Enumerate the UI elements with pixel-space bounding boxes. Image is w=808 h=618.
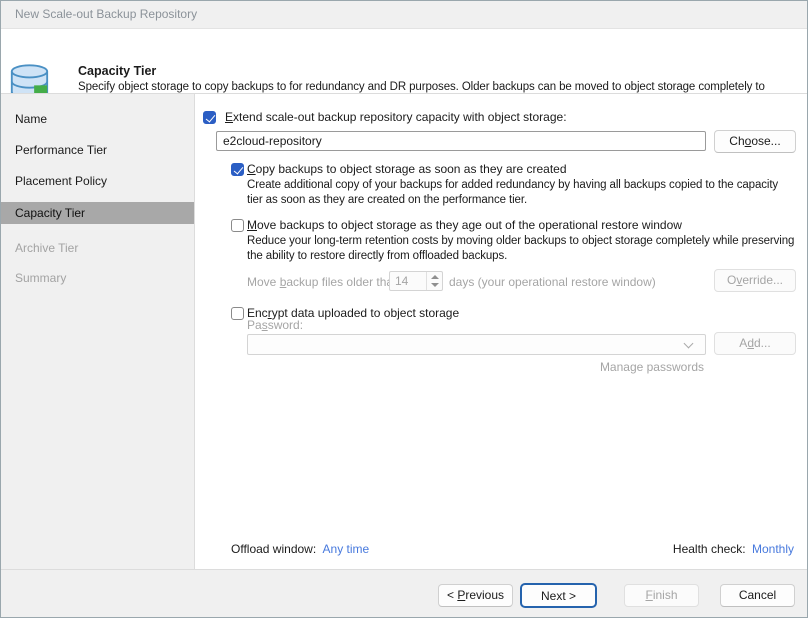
wizard-header: Capacity Tier Specify object storage to … <box>1 29 807 93</box>
copy-backups-description: Create additional copy of your backups f… <box>247 178 795 208</box>
offload-window-label: Offload window: <box>231 542 316 556</box>
move-backups-checkbox[interactable] <box>231 219 244 232</box>
object-storage-repository-input[interactable] <box>216 131 706 151</box>
spinner-down-icon <box>431 283 439 287</box>
encrypt-data-checkbox[interactable] <box>231 307 244 320</box>
window-title: New Scale-out Backup Repository <box>15 1 197 28</box>
health-check-label: Health check: <box>673 542 746 556</box>
new-scale-out-backup-repository-dialog: New Scale-out Backup Repository Capacity… <box>0 0 808 618</box>
add-password-button: Add... <box>714 332 796 355</box>
password-combobox <box>247 334 706 355</box>
copy-backups-label[interactable]: Copy backups to object storage as soon a… <box>247 162 567 177</box>
extend-capacity-label[interactable]: Extend scale-out backup repository capac… <box>225 110 567 125</box>
sidebar-item-placement-policy[interactable]: Placement Policy <box>1 170 194 192</box>
sidebar-item-summary: Summary <box>1 267 194 289</box>
copy-backups-checkbox[interactable] <box>231 163 244 176</box>
titlebar: New Scale-out Backup Repository <box>1 1 807 29</box>
cancel-button[interactable]: Cancel <box>720 584 795 607</box>
spinner-arrows <box>426 272 442 290</box>
password-label: Password: <box>247 318 303 333</box>
sidebar-item-name[interactable]: Name <box>1 108 194 130</box>
finish-button: Finish <box>624 584 699 607</box>
choose-button[interactable]: Choose... <box>714 130 796 153</box>
offload-window-row: Offload window: Any time <box>231 542 369 557</box>
health-check-row: Health check: Monthly <box>673 542 794 557</box>
offload-window-link[interactable]: Any time <box>323 542 370 556</box>
page-title: Capacity Tier <box>78 64 156 78</box>
previous-button[interactable]: < Previous <box>438 584 513 607</box>
days-value: 14 <box>395 274 408 288</box>
sidebar-item-capacity-tier[interactable]: Capacity Tier <box>1 202 194 224</box>
manage-passwords-link: Manage passwords <box>600 360 704 375</box>
extend-capacity-checkbox[interactable] <box>203 111 216 124</box>
next-button[interactable]: Next > <box>520 583 597 608</box>
move-backups-label[interactable]: Move backups to object storage as they a… <box>247 218 682 233</box>
override-button: Override... <box>714 269 796 292</box>
chevron-down-icon <box>684 339 694 349</box>
health-check-link[interactable]: Monthly <box>752 542 794 556</box>
move-older-than-label: Move backup files older than <box>247 275 400 290</box>
move-backups-description: Reduce your long-term retention costs by… <box>247 234 795 264</box>
days-spinner: 14 <box>389 271 443 291</box>
spinner-up-icon <box>431 275 439 279</box>
restore-window-suffix-label: days (your operational restore window) <box>449 275 656 290</box>
sidebar-item-performance-tier[interactable]: Performance Tier <box>1 139 194 161</box>
sidebar-item-archive-tier: Archive Tier <box>1 237 194 259</box>
wizard-steps-sidebar: Name Performance Tier Placement Policy C… <box>1 94 194 569</box>
